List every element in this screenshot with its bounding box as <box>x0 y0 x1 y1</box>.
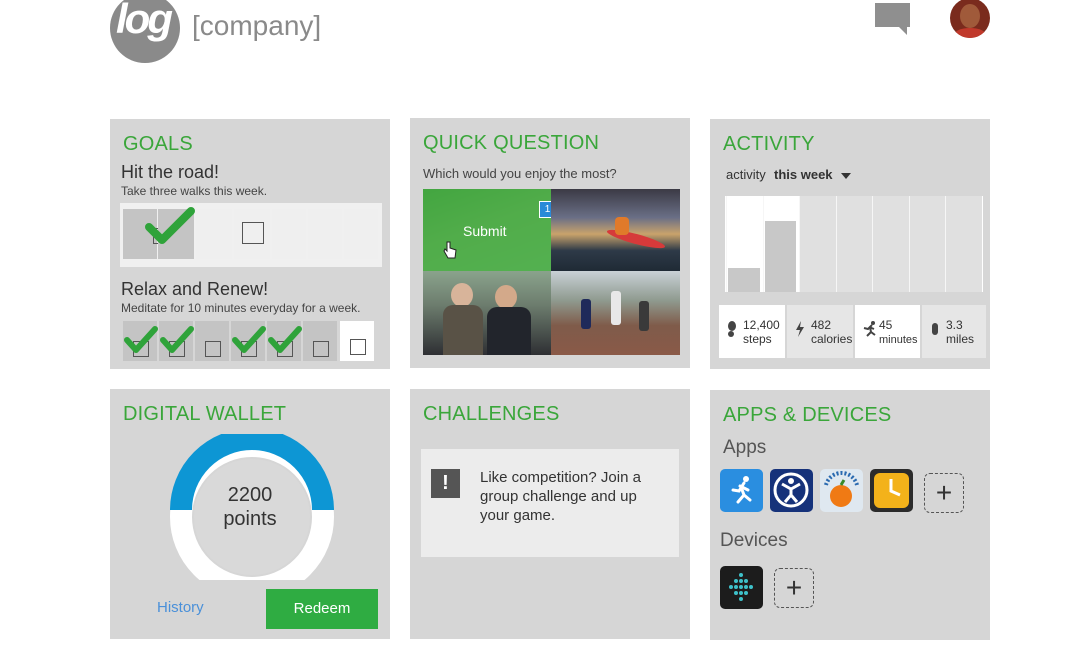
digital-wallet-card: DIGITAL WALLET 2200 points History Redee… <box>110 389 390 639</box>
check-icon <box>145 207 195 244</box>
logo-text: log <box>116 0 173 42</box>
goal-title: Hit the road! <box>121 162 220 182</box>
activity-card: ACTIVITY activity this week 12,400 steps… <box>710 119 990 369</box>
activity-title: ACTIVITY <box>723 133 815 155</box>
stat-miles[interactable]: 3.3 miles <box>922 305 986 358</box>
check-icon <box>124 326 158 353</box>
period-dropdown-value: this week <box>774 167 833 182</box>
shoe-icon <box>932 323 938 335</box>
apps-devices-card: APPS & DEVICES Apps + Devices + <box>710 390 990 640</box>
day-column <box>835 196 872 292</box>
day-column <box>908 196 945 292</box>
goal-subtitle: Take three walks this week. <box>121 184 268 198</box>
day-checkbox[interactable] <box>308 209 342 259</box>
fitness-app-icon[interactable] <box>770 469 813 512</box>
chat-icon-tail <box>899 27 907 35</box>
hand-cursor-icon <box>443 241 457 259</box>
stat-value: 482 <box>811 318 832 332</box>
submit-button[interactable]: Submit <box>463 223 507 239</box>
stat-steps[interactable]: 12,400 steps <box>719 305 785 358</box>
stat-unit: calories <box>811 332 853 346</box>
stat-unit: minutes <box>879 334 918 346</box>
nutrition-app-icon[interactable] <box>820 469 863 512</box>
bolt-icon <box>796 321 804 337</box>
fitbit-icon[interactable] <box>720 566 763 609</box>
check-icon <box>232 326 266 353</box>
day-checkbox[interactable] <box>196 209 232 259</box>
challenges-card: CHALLENGES ! Like competition? Join a gr… <box>410 389 690 639</box>
option-walking-photo[interactable]: Submit <box>423 189 551 271</box>
goals-card: GOALS Hit the road! Take three walks thi… <box>110 119 390 369</box>
day-checkbox[interactable] <box>195 321 229 361</box>
runner-icon <box>863 321 876 337</box>
stat-minutes[interactable]: 45 minutes <box>855 305 920 358</box>
company-logo: log <box>110 0 180 63</box>
challenge-message: Like competition? Join a group challenge… <box>480 469 641 524</box>
apps-label: Apps <box>723 437 767 458</box>
goal-subtitle: Meditate for 10 minutes everyday for a w… <box>121 301 361 315</box>
stat-value: 45 <box>879 318 893 332</box>
activity-bar <box>728 268 760 292</box>
apps-devices-title: APPS & DEVICES <box>723 404 892 426</box>
day-checkbox[interactable] <box>344 209 378 259</box>
goals-title: GOALS <box>123 133 193 155</box>
option-kayak-photo[interactable] <box>551 189 680 271</box>
day-column <box>872 196 909 292</box>
exclamation-icon: ! <box>431 469 460 498</box>
runkeeper-icon[interactable] <box>720 469 763 512</box>
company-name: [company] <box>192 10 322 41</box>
activity-bar-chart <box>725 196 983 292</box>
history-link[interactable]: History <box>157 599 204 616</box>
stat-calories[interactable]: 482 calories <box>787 305 853 358</box>
activity-filter-label: activity <box>726 167 766 182</box>
points-value: 2200 <box>227 484 273 506</box>
goal-progress-strip <box>120 319 382 363</box>
activity-bar <box>764 221 796 292</box>
day-column <box>945 196 982 292</box>
points-label: points <box>223 508 277 530</box>
stat-unit: steps <box>743 332 772 346</box>
stat-value: 3.3 <box>946 318 963 332</box>
day-checkbox[interactable] <box>234 209 270 259</box>
user-avatar[interactable] <box>950 0 990 38</box>
stat-unit: miles <box>946 332 975 346</box>
chat-icon[interactable] <box>875 3 910 27</box>
add-device-button[interactable]: + <box>774 568 814 608</box>
quick-question-card: QUICK QUESTION Which would you enjoy the… <box>410 118 690 368</box>
day-column <box>799 196 836 292</box>
quick-question-title: QUICK QUESTION <box>423 132 600 154</box>
chevron-down-icon <box>841 172 852 179</box>
day-checkbox[interactable] <box>303 321 337 361</box>
redeem-button[interactable]: Redeem <box>266 589 378 629</box>
option-friends-photo[interactable] <box>423 271 551 355</box>
day-checkbox[interactable] <box>340 321 374 361</box>
devices-label: Devices <box>720 530 788 551</box>
footprint-icon <box>728 321 736 337</box>
wallet-title: DIGITAL WALLET <box>123 403 287 425</box>
check-icon <box>160 326 194 353</box>
challenges-title: CHALLENGES <box>423 403 560 425</box>
challenge-notice[interactable]: ! Like competition? Join a group challen… <box>421 449 679 557</box>
stat-value: 12,400 <box>743 318 780 332</box>
points-ring <box>170 434 334 580</box>
question-prompt: Which would you enjoy the most? <box>423 166 617 181</box>
check-icon <box>268 326 302 353</box>
clock-app-icon[interactable] <box>870 469 913 512</box>
option-basketball-photo[interactable] <box>551 271 680 355</box>
period-dropdown[interactable]: this week <box>774 167 852 182</box>
goal-title: Relax and Renew! <box>121 279 269 299</box>
add-app-button[interactable]: + <box>924 473 964 513</box>
goal-progress-strip <box>120 203 382 267</box>
day-checkbox[interactable] <box>272 209 306 259</box>
